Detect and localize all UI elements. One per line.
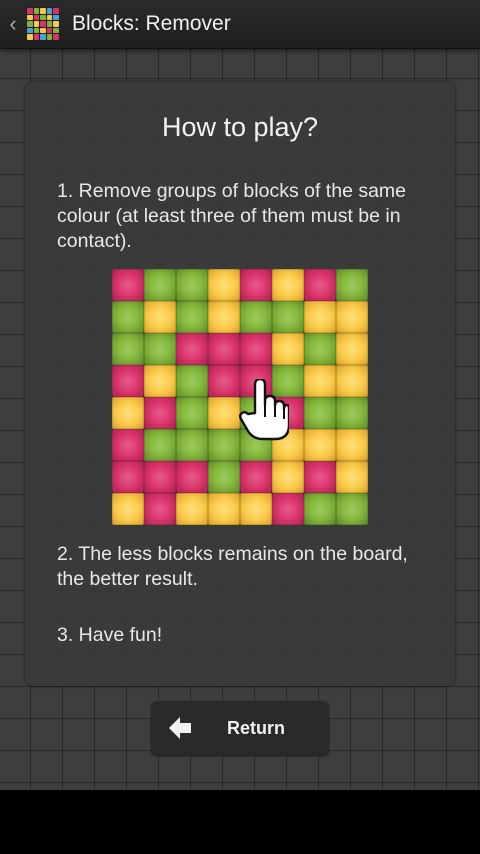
board-block [208,301,240,333]
board-block [304,429,336,461]
system-nav-bar [0,790,480,854]
board-block [112,269,144,301]
board-block [304,269,336,301]
board-block [304,493,336,525]
board-block [336,493,368,525]
board-block [144,429,176,461]
board-block [272,493,304,525]
board-block [336,301,368,333]
board-block [272,301,304,333]
board-block [336,269,368,301]
board-block [176,269,208,301]
app-icon[interactable] [26,7,60,41]
board-block [112,301,144,333]
board-block [112,461,144,493]
board-block [304,461,336,493]
hand-pointer-icon [239,379,289,441]
board-block [304,397,336,429]
board-block [112,429,144,461]
board-block [240,301,272,333]
instruction-step-2: 2. The less blocks remains on the board,… [57,543,408,590]
board-block [336,461,368,493]
instruction-step-1: 1. Remove groups of blocks of the same c… [57,180,407,252]
board-block [176,301,208,333]
page-title: How to play? [161,112,319,142]
board-block [208,397,240,429]
board-block [304,333,336,365]
board-block [272,333,304,365]
arrow-left-icon [169,717,191,739]
board-block [208,365,240,397]
board-block [144,333,176,365]
chevron-left-icon[interactable]: ‹ [4,0,22,48]
board-block [144,365,176,397]
board-block [112,365,144,397]
board-block [240,333,272,365]
app-title: Blocks: Remover [72,12,231,35]
board-block [208,461,240,493]
board-block [272,269,304,301]
instruction-step-3: 3. Have fun! [57,624,163,646]
board-block [176,365,208,397]
board-block [176,397,208,429]
board-block [208,333,240,365]
board-block [176,461,208,493]
board-block [176,429,208,461]
board-block [240,493,272,525]
board-block [304,365,336,397]
board-block [144,397,176,429]
board-block [336,333,368,365]
board-block [144,269,176,301]
board-block [240,461,272,493]
board-block [272,461,304,493]
board-block [144,461,176,493]
board-block [336,397,368,429]
board-block [208,429,240,461]
board-block [112,397,144,429]
board-block [112,333,144,365]
board-block [144,301,176,333]
board-block [240,269,272,301]
board-block [112,493,144,525]
board-block [208,493,240,525]
board-block [144,493,176,525]
board-block [176,333,208,365]
action-bar: ‹ Blocks: Remover [0,0,480,49]
return-button-label: Return [227,717,285,738]
board-block [336,429,368,461]
screen: ‹ Blocks: Remover How to play? 1. Remove… [0,0,480,790]
board-block [176,493,208,525]
board-block [336,365,368,397]
return-button[interactable]: Return [151,701,329,755]
board-block [208,269,240,301]
instructions-card: How to play? 1. Remove groups of blocks … [25,82,455,686]
board-block [304,301,336,333]
